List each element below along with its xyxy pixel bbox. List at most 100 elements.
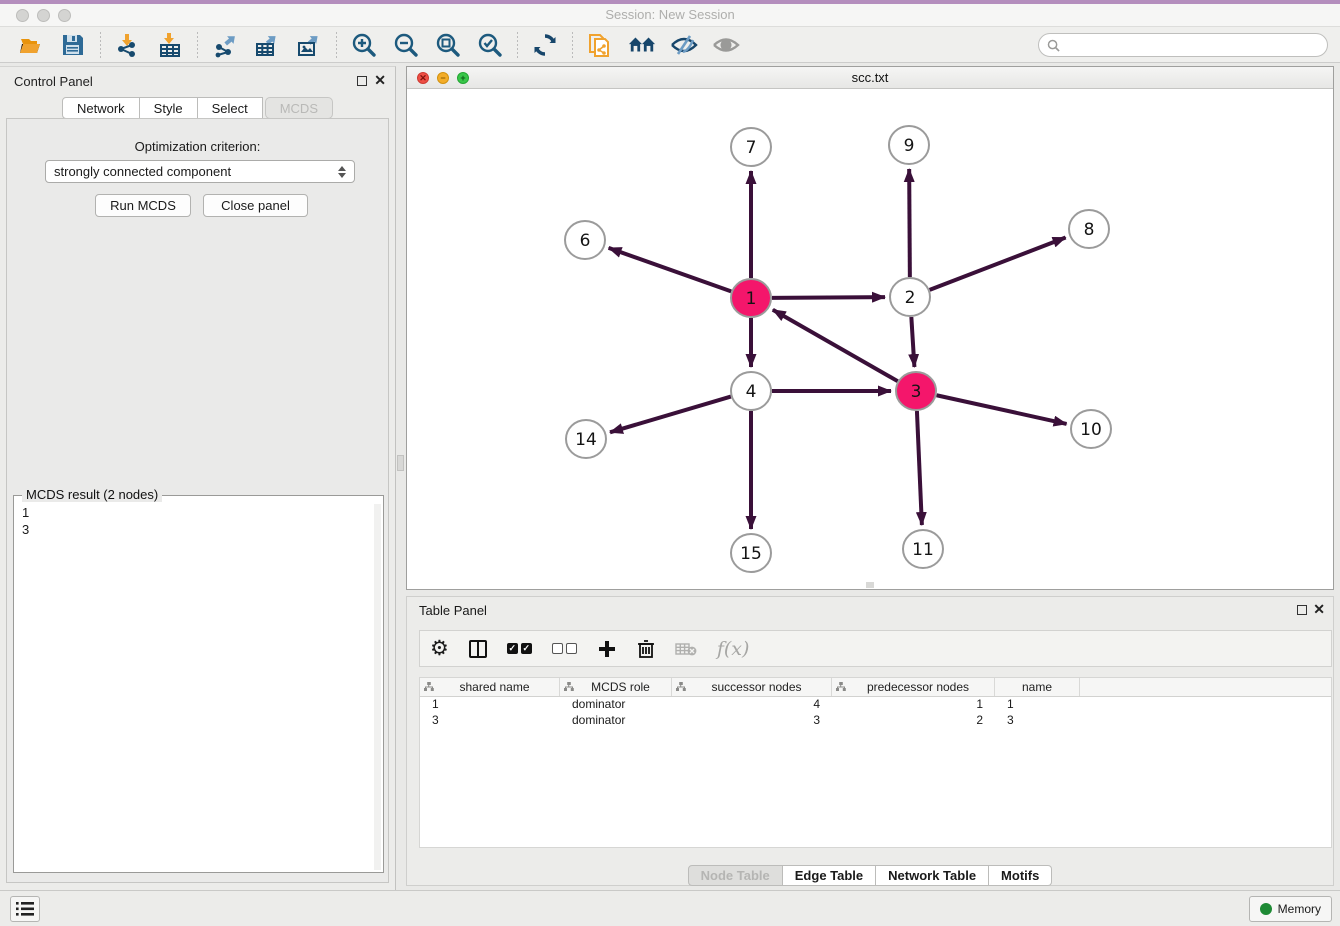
- gear-icon[interactable]: ⚙: [430, 638, 449, 660]
- cell-MCDS-role[interactable]: dominator: [560, 713, 672, 729]
- cell-name[interactable]: 3: [995, 713, 1080, 729]
- zoom-in-icon[interactable]: [350, 31, 378, 59]
- cell-name[interactable]: 1: [995, 697, 1080, 713]
- tab-node-table[interactable]: Node Table: [688, 865, 783, 886]
- close-panel-button[interactable]: Close panel: [203, 194, 308, 217]
- control-panel-title: Control Panel: [14, 74, 93, 89]
- edge-4-14[interactable]: [610, 397, 731, 433]
- edge-1-2[interactable]: [772, 297, 885, 298]
- column-layout-icon[interactable]: [469, 638, 487, 660]
- mcds-tab-content: Optimization criterion: strongly connect…: [6, 118, 389, 883]
- window-title: Session: New Session: [0, 7, 1340, 22]
- delete-column-icon[interactable]: [637, 638, 655, 660]
- edge-2-3[interactable]: [911, 317, 914, 367]
- close-panel-icon[interactable]: ✕: [374, 72, 386, 88]
- cell-predecessor-nodes[interactable]: 1: [832, 697, 995, 713]
- mcds-result-text[interactable]: 1 3: [16, 504, 373, 870]
- memory-label: Memory: [1278, 902, 1321, 916]
- cell-successor-nodes[interactable]: 3: [672, 713, 832, 729]
- toolbar-separator: [517, 32, 518, 58]
- tab-motifs[interactable]: Motifs: [989, 865, 1052, 886]
- search-box[interactable]: [1038, 33, 1328, 57]
- table-row[interactable]: 3dominator323: [420, 713, 1331, 729]
- export-image-icon[interactable]: [295, 31, 323, 59]
- node-label-3: 3: [911, 382, 922, 402]
- duplicate-network-icon[interactable]: [586, 31, 614, 59]
- save-session-icon[interactable]: [59, 31, 87, 59]
- main-toolbar: [0, 27, 1340, 63]
- refresh-icon[interactable]: [531, 31, 559, 59]
- panel-divider-handle[interactable]: [397, 455, 404, 471]
- cell-predecessor-nodes[interactable]: 2: [832, 713, 995, 729]
- open-session-icon[interactable]: [17, 31, 45, 59]
- deselect-all-icon[interactable]: [552, 638, 577, 660]
- import-network-icon[interactable]: [114, 31, 142, 59]
- cell-shared-name[interactable]: 3: [420, 713, 560, 729]
- export-table-icon[interactable]: [253, 31, 281, 59]
- node-table[interactable]: shared nameMCDS rolesuccessor nodesprede…: [419, 677, 1332, 848]
- import-table-icon[interactable]: [156, 31, 184, 59]
- add-column-icon[interactable]: [597, 638, 617, 660]
- function-builder-icon[interactable]: f(x): [717, 638, 750, 660]
- tab-network-table[interactable]: Network Table: [876, 865, 989, 886]
- node-label-4: 4: [746, 382, 757, 402]
- result-scrollbar[interactable]: [374, 504, 381, 870]
- float-panel-icon[interactable]: [357, 76, 367, 86]
- cell-successor-nodes[interactable]: 4: [672, 697, 832, 713]
- tab-network[interactable]: Network: [62, 97, 140, 119]
- view-scroll-handle[interactable]: [866, 582, 874, 588]
- column-header-shared-name[interactable]: shared name: [420, 678, 560, 696]
- table-toolbar: ⚙ ✓✓ f(x): [419, 630, 1332, 667]
- optimization-criterion-dropdown[interactable]: strongly connected component: [45, 160, 355, 183]
- status-bar: Memory: [0, 890, 1340, 926]
- close-table-panel-icon[interactable]: ✕: [1313, 601, 1325, 617]
- dropdown-selected-value: strongly connected component: [54, 164, 338, 179]
- column-header-name[interactable]: name: [995, 678, 1080, 696]
- hide-details-icon[interactable]: [670, 31, 698, 59]
- network-graph-canvas[interactable]: 7968124314101511: [407, 89, 1333, 590]
- table-body: 1dominator4113dominator323: [420, 697, 1331, 729]
- hierarchy-icon: [836, 682, 846, 692]
- tab-mcds[interactable]: MCDS: [265, 97, 333, 119]
- node-label-6: 6: [580, 231, 591, 251]
- toolbar-separator: [336, 32, 337, 58]
- table-row[interactable]: 1dominator411: [420, 697, 1331, 713]
- houses-icon[interactable]: [628, 31, 656, 59]
- edge-2-9[interactable]: [909, 169, 910, 277]
- control-panel-tabs: NetworkStyleSelectMCDS: [0, 97, 395, 119]
- column-header-MCDS-role[interactable]: MCDS role: [560, 678, 672, 696]
- float-table-panel-icon[interactable]: [1297, 605, 1307, 615]
- delete-table-icon[interactable]: [675, 638, 697, 660]
- zoom-out-icon[interactable]: [392, 31, 420, 59]
- column-header-successor-nodes[interactable]: successor nodes: [672, 678, 832, 696]
- edge-3-11[interactable]: [917, 411, 922, 525]
- window-titlebar: Session: New Session: [0, 4, 1340, 27]
- task-history-button[interactable]: [10, 896, 40, 922]
- memory-status-icon: [1260, 903, 1272, 915]
- table-panel-tabs: Node TableEdge TableNetwork TableMotifs: [407, 865, 1333, 886]
- network-window-titlebar[interactable]: ✕ − + scc.txt: [407, 67, 1333, 89]
- cell-shared-name[interactable]: 1: [420, 697, 560, 713]
- export-network-icon[interactable]: [211, 31, 239, 59]
- edge-1-6[interactable]: [609, 248, 732, 291]
- edge-3-1[interactable]: [773, 310, 898, 381]
- tab-style[interactable]: Style: [140, 97, 198, 119]
- tab-select[interactable]: Select: [198, 97, 263, 119]
- search-input[interactable]: [1066, 38, 1319, 52]
- mcds-result-title: MCDS result (2 nodes): [22, 487, 162, 502]
- select-all-icon[interactable]: ✓✓: [507, 638, 532, 660]
- column-header-predecessor-nodes[interactable]: predecessor nodes: [832, 678, 995, 696]
- edge-2-8[interactable]: [930, 238, 1066, 290]
- node-label-8: 8: [1084, 220, 1095, 240]
- cell-MCDS-role[interactable]: dominator: [560, 697, 672, 713]
- birdseye-icon[interactable]: [712, 31, 740, 59]
- tab-edge-table[interactable]: Edge Table: [783, 865, 876, 886]
- network-view-title: scc.txt: [407, 70, 1333, 85]
- hierarchy-icon: [676, 682, 686, 692]
- run-mcds-button[interactable]: Run MCDS: [95, 194, 191, 217]
- memory-button[interactable]: Memory: [1249, 896, 1332, 922]
- edge-3-10[interactable]: [937, 395, 1067, 424]
- table-header-row: shared nameMCDS rolesuccessor nodesprede…: [420, 678, 1331, 697]
- zoom-selected-icon[interactable]: [476, 31, 504, 59]
- zoom-fit-icon[interactable]: [434, 31, 462, 59]
